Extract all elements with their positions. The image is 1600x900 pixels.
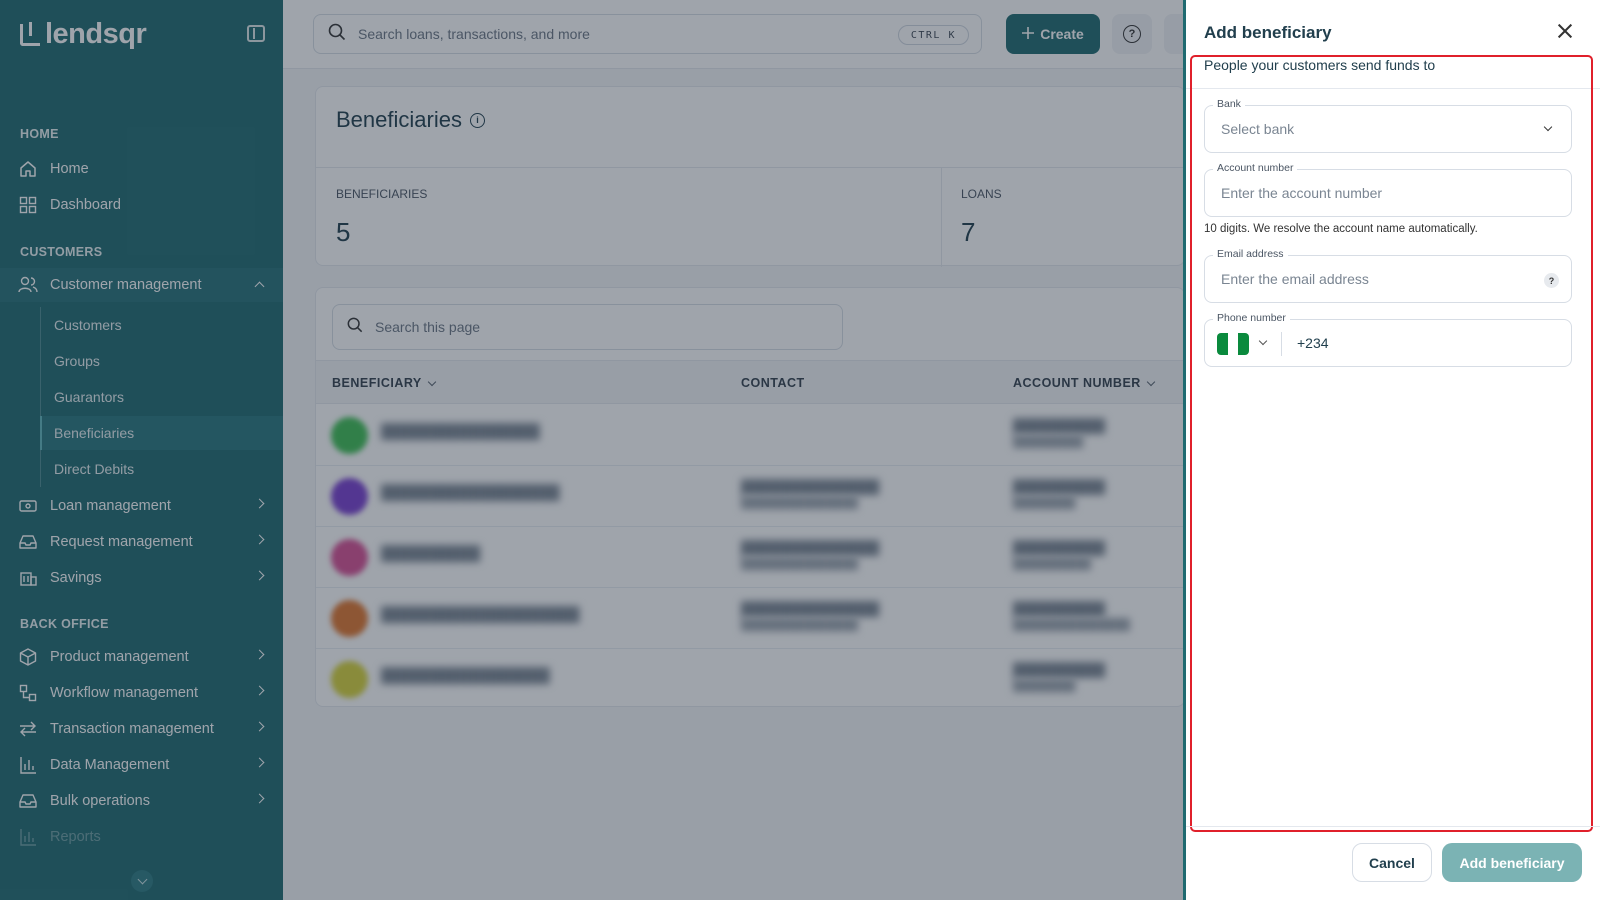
highlight-box (1190, 55, 1593, 832)
divider (1186, 826, 1600, 827)
drawer-title: Add beneficiary (1204, 23, 1332, 42)
close-icon[interactable] (1556, 22, 1574, 40)
add-beneficiary-button[interactable]: Add beneficiary (1442, 843, 1582, 882)
cancel-button[interactable]: Cancel (1352, 843, 1432, 882)
modal-backdrop[interactable] (0, 0, 1183, 900)
add-beneficiary-drawer: Add beneficiary People your customers se… (1183, 0, 1600, 900)
